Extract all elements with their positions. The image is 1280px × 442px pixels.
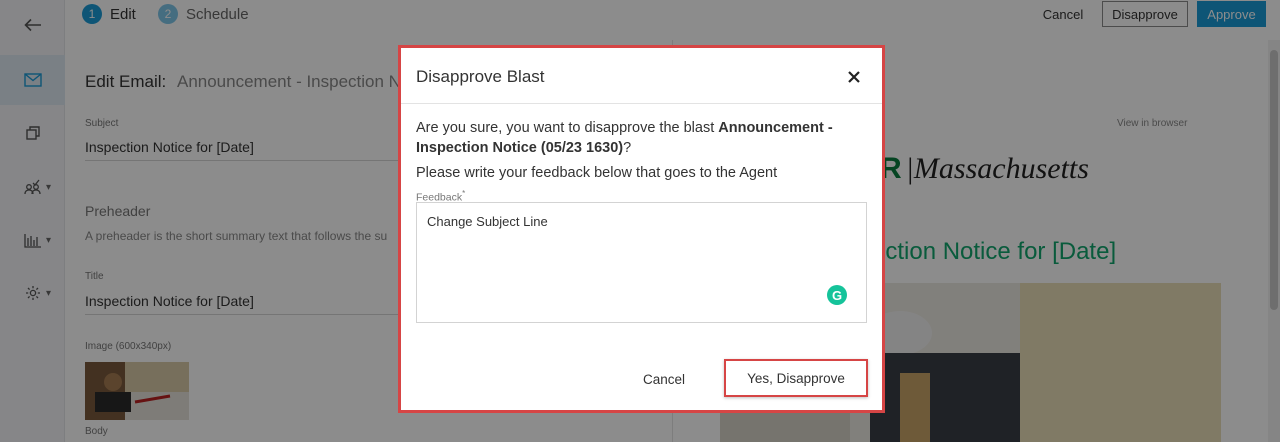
dialog-question: Are you sure, you want to disapprove the… — [416, 118, 856, 158]
dialog-instruction: Please write your feedback below that go… — [416, 165, 778, 181]
close-button[interactable] — [841, 64, 867, 90]
grammarly-icon[interactable]: G — [827, 285, 847, 305]
dialog-title: Disapprove Blast — [416, 67, 545, 86]
required-mark: * — [462, 189, 466, 198]
dialog-cancel-button[interactable]: Cancel — [627, 366, 701, 392]
confirm-disapprove-button[interactable]: Yes, Disapprove — [724, 359, 868, 397]
question-text: Are you sure, you want to disapprove the… — [416, 120, 719, 136]
disapprove-dialog: Disapprove Blast Are you sure, you want … — [398, 45, 885, 413]
close-icon — [848, 71, 860, 83]
dialog-header: Disapprove Blast — [401, 48, 882, 104]
question-suffix: ? — [623, 140, 632, 156]
feedback-textarea[interactable]: Change Subject Line — [416, 202, 867, 323]
